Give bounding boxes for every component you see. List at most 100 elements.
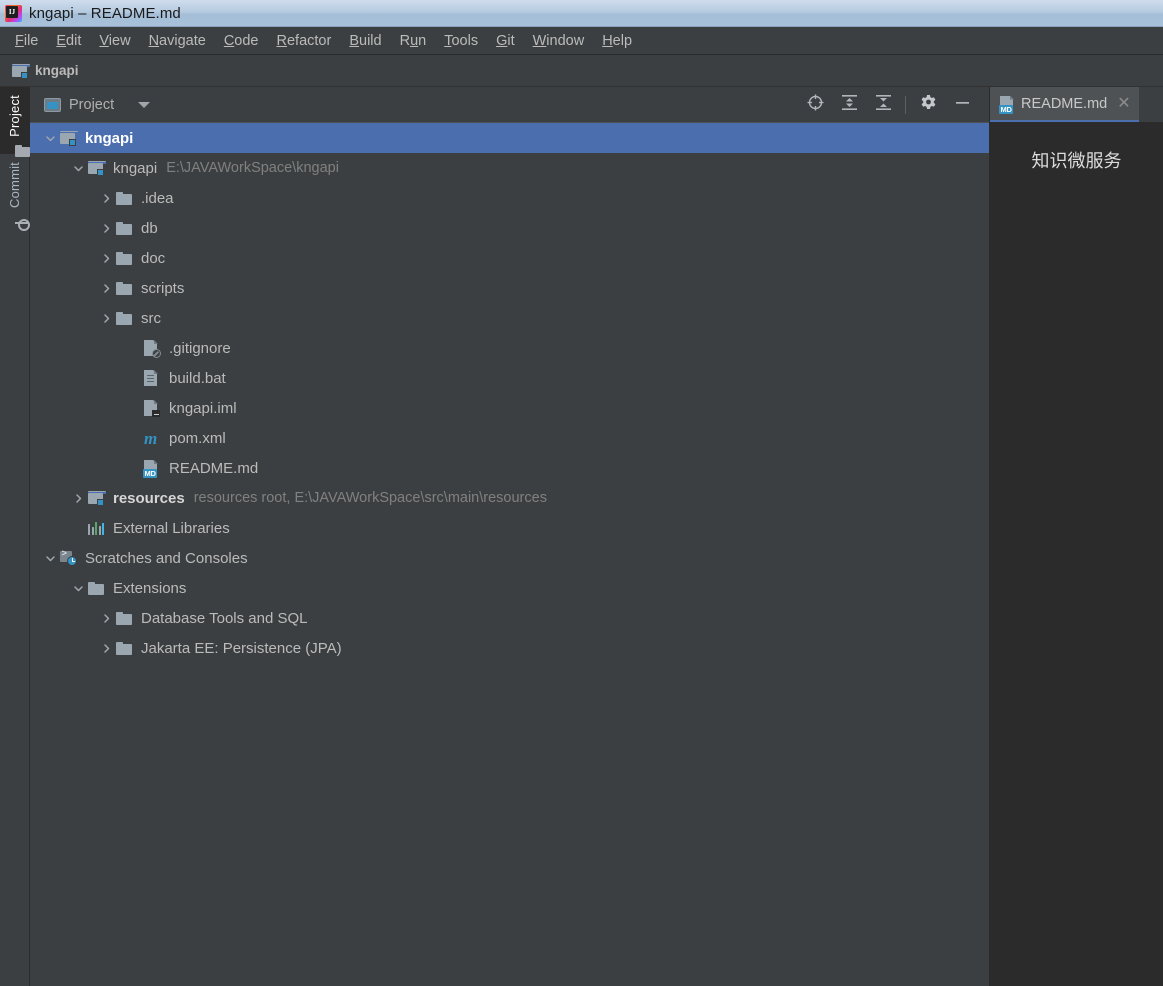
tree-row[interactable]: src: [30, 303, 989, 333]
markdown-badge: MD: [999, 104, 1014, 114]
hide-panel-button[interactable]: [945, 90, 979, 120]
tree-row[interactable]: m pom.xml: [30, 423, 989, 453]
menu-item-help[interactable]: Help: [593, 31, 641, 51]
tree-row-label: README.md: [169, 459, 259, 477]
chevron-right-icon[interactable]: [96, 253, 116, 264]
menu-item-tools[interactable]: Tools: [435, 31, 487, 51]
menu-item-file[interactable]: File: [6, 31, 47, 51]
tree-row[interactable]: .gitignore: [30, 333, 989, 363]
intellij-idea-logo-icon: [5, 4, 22, 22]
tree-row-label: resources: [113, 489, 185, 507]
chevron-right-icon[interactable]: [96, 223, 116, 234]
menu-item-build[interactable]: Build: [340, 31, 390, 51]
tree-row-label: External Libraries: [113, 519, 230, 537]
chevron-right-icon[interactable]: [96, 313, 116, 324]
expand-all-button[interactable]: [832, 90, 866, 120]
tree-row-label: build.bat: [169, 369, 226, 387]
maven-file-icon: m: [144, 428, 158, 448]
select-opened-file-button[interactable]: [798, 90, 832, 120]
tree-row-label: .idea: [141, 189, 174, 207]
folder-icon: [116, 281, 132, 295]
tree-row[interactable]: Jakarta EE: Persistence (JPA): [30, 633, 989, 663]
chevron-down-icon[interactable]: [40, 133, 60, 144]
chevron-right-icon[interactable]: [96, 643, 116, 654]
tool-window-button-commit[interactable]: Commit: [0, 154, 30, 225]
tree-row[interactable]: External Libraries: [30, 513, 989, 543]
gear-icon: [920, 94, 937, 116]
tree-row[interactable]: Scratches and Consoles: [30, 543, 989, 573]
tree-row-label: Scratches and Consoles: [85, 549, 248, 567]
breadcrumb-label: kngapi: [35, 63, 79, 78]
menu-item-git[interactable]: Git: [487, 31, 524, 51]
script-file-icon: [144, 370, 158, 386]
tree-row-icon: [88, 581, 106, 595]
tree-row-icon: [144, 340, 162, 358]
project-window-icon: [44, 97, 61, 112]
tool-window-button-project[interactable]: Project: [0, 87, 30, 157]
tree-row-label: db: [141, 219, 158, 237]
module-file-icon: [144, 400, 160, 417]
folder-icon: [116, 311, 132, 325]
project-tool-window: Project kngapi kngapi E:\JAVAWorkSpace\k…: [30, 87, 990, 986]
tree-row[interactable]: Database Tools and SQL: [30, 603, 989, 633]
project-panel-title-group[interactable]: Project: [44, 97, 151, 113]
tree-row-label: kngapi.iml: [169, 399, 237, 417]
tree-row[interactable]: resources resources root, E:\JAVAWorkSpac…: [30, 483, 989, 513]
libraries-icon: [88, 521, 104, 535]
menu-item-code[interactable]: Code: [215, 31, 268, 51]
tree-row-icon: [116, 251, 134, 265]
tree-row-label: .gitignore: [169, 339, 231, 357]
chevron-right-icon[interactable]: [96, 613, 116, 624]
chevron-down-icon[interactable]: [138, 101, 151, 108]
chevron-right-icon[interactable]: [96, 193, 116, 204]
tree-row[interactable]: Extensions: [30, 573, 989, 603]
tree-row[interactable]: build.bat: [30, 363, 989, 393]
breadcrumb-kngapi[interactable]: kngapi: [12, 63, 79, 79]
module-folder-icon: [12, 63, 30, 79]
tree-row[interactable]: .idea: [30, 183, 989, 213]
module-folder-icon: [88, 161, 106, 176]
tree-row-icon: [88, 161, 106, 176]
tree-row-icon: [60, 549, 78, 566]
editor-area: MD README.md ✕ 知识微服务: [990, 87, 1163, 986]
tree-row[interactable]: kngapi.iml: [30, 393, 989, 423]
menubar: File Edit View Navigate Code Refactor Build Run…: [0, 27, 1163, 55]
tree-row-icon: [88, 491, 106, 506]
tree-row[interactable]: db: [30, 213, 989, 243]
folder-icon: [116, 641, 132, 655]
tree-row-label: Jakarta EE: Persistence (JPA): [141, 639, 342, 657]
menu-item-run[interactable]: Run: [391, 31, 436, 51]
settings-button[interactable]: [911, 90, 945, 120]
left-tool-stripe: Project Commit: [0, 87, 30, 986]
tab-readme-md[interactable]: MD README.md ✕: [990, 87, 1139, 122]
module-folder-icon: [60, 131, 78, 146]
chevron-down-icon[interactable]: [68, 583, 88, 594]
chevron-right-icon[interactable]: [96, 283, 116, 294]
tree-row[interactable]: kngapi: [30, 123, 989, 153]
menu-item-navigate[interactable]: Navigate: [140, 31, 215, 51]
menu-item-window[interactable]: Window: [524, 31, 594, 51]
tree-row[interactable]: MD README.md: [30, 453, 989, 483]
tree-row-label: scripts: [141, 279, 185, 297]
tree-row-label: Extensions: [113, 579, 187, 597]
markdown-preview[interactable]: 知识微服务: [990, 123, 1163, 986]
project-tree[interactable]: kngapi kngapi E:\JAVAWorkSpace\kngapi .idea…: [30, 123, 989, 986]
chevron-right-icon[interactable]: [68, 493, 88, 504]
folder-icon: [116, 221, 132, 235]
tree-row[interactable]: kngapi E:\JAVAWorkSpace\kngapi: [30, 153, 989, 183]
chevron-down-icon[interactable]: [68, 163, 88, 174]
tree-row-hint: resources root, E:\JAVAWorkSpace\src\mai…: [193, 490, 547, 506]
menu-item-refactor[interactable]: Refactor: [268, 31, 341, 51]
collapse-all-button[interactable]: [866, 90, 900, 120]
tree-row-icon: [116, 191, 134, 205]
close-icon[interactable]: ✕: [1117, 95, 1130, 111]
menu-item-view[interactable]: View: [90, 31, 139, 51]
tree-row-icon: [116, 611, 134, 625]
tree-row-icon: m: [144, 428, 162, 448]
tree-row[interactable]: doc: [30, 243, 989, 273]
menu-item-edit[interactable]: Edit: [47, 31, 90, 51]
scratches-icon: [60, 549, 77, 566]
toolbar-separator: [905, 95, 906, 114]
chevron-down-icon[interactable]: [40, 553, 60, 564]
tree-row[interactable]: scripts: [30, 273, 989, 303]
